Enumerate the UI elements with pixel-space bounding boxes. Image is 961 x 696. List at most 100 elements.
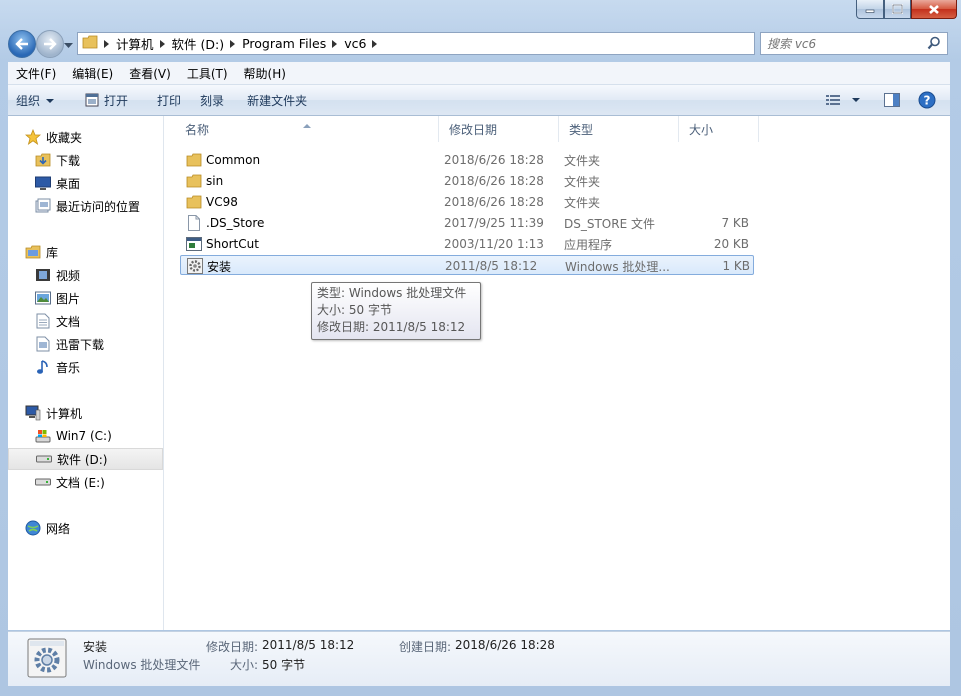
preview-pane-button[interactable] [868, 93, 908, 107]
file-row[interactable]: Common 2018/6/26 18:28 文件夹 [180, 150, 754, 170]
details-modified-label: 修改日期: [206, 640, 259, 654]
file-type: DS_STORE 文件 [564, 216, 655, 231]
file-name: .DS_Store [206, 216, 265, 230]
column-header-date[interactable]: 修改日期 [439, 116, 559, 142]
folder-icon [186, 194, 202, 210]
back-button[interactable] [8, 30, 36, 58]
file-size: 7 KB [721, 216, 749, 230]
drive-icon [35, 474, 51, 490]
file-date: 2003/11/20 1:13 [444, 237, 544, 251]
burn-label: 刻录 [200, 93, 225, 108]
details-file-type: Windows 批处理文件 [83, 658, 201, 672]
exe-icon [186, 236, 202, 252]
desktop-icon [35, 175, 51, 191]
navigation-pane: 收藏夹 下载 桌面 最近访问的位置 库 视频 图片 文档 迅雷下载 音乐 计算机… [8, 116, 164, 630]
burn-button[interactable]: 刻录 [190, 85, 233, 115]
nav-documents[interactable]: 文档 [8, 310, 163, 332]
menu-tools[interactable]: 工具(T) [179, 65, 236, 82]
breadcrumb-separator-icon[interactable] [330, 39, 340, 49]
file-name: 安装 [207, 259, 232, 274]
menu-bar: 文件(F) 编辑(E) 查看(V) 工具(T) 帮助(H) [8, 62, 950, 85]
file-type: 文件夹 [564, 153, 601, 168]
breadcrumb-separator-icon[interactable] [228, 39, 238, 49]
file-row[interactable]: VC98 2018/6/26 18:28 文件夹 [180, 192, 754, 212]
nav-videos[interactable]: 视频 [8, 264, 163, 286]
documents-icon [35, 313, 51, 329]
search-box[interactable] [760, 32, 948, 55]
menu-edit[interactable]: 编辑(E) [64, 65, 121, 82]
breadcrumb-computer[interactable]: 计算机 [112, 34, 158, 53]
arrow-right-icon [44, 38, 57, 50]
breadcrumb-program-files[interactable]: Program Files [238, 36, 330, 51]
file-type: Windows 批处理... [565, 259, 670, 274]
folder-icon [82, 35, 98, 52]
menu-help[interactable]: 帮助(H) [236, 65, 294, 82]
file-size [684, 150, 749, 170]
nav-drive-c[interactable]: Win7 (C:) [8, 425, 163, 447]
nav-downloads[interactable]: 下载 [8, 149, 163, 171]
minimize-icon [865, 9, 875, 13]
nav-music[interactable]: 音乐 [8, 356, 163, 378]
breadcrumb-separator-icon[interactable] [158, 39, 168, 49]
breadcrumb-separator-icon[interactable] [370, 39, 380, 49]
menu-file[interactable]: 文件(F) [8, 65, 64, 82]
forward-button[interactable] [36, 30, 64, 58]
batch-gear-icon [187, 258, 203, 274]
pictures-icon [35, 290, 51, 306]
details-size-value: 50 字节 [262, 658, 306, 672]
view-options-button[interactable] [818, 94, 868, 106]
nav-desktop[interactable]: 桌面 [8, 172, 163, 194]
menu-view[interactable]: 查看(V) [121, 65, 179, 82]
file-date: 2018/6/26 18:28 [444, 195, 544, 209]
nav-pictures[interactable]: 图片 [8, 287, 163, 309]
nav-computer[interactable]: 计算机 [8, 402, 163, 424]
minimize-button[interactable] [856, 0, 884, 19]
column-header-type[interactable]: 类型 [559, 116, 679, 142]
nav-libraries[interactable]: 库 [8, 241, 163, 263]
thunder-downloads-icon [35, 336, 51, 352]
organize-button[interactable]: 组织 [8, 85, 63, 115]
close-button[interactable] [911, 0, 957, 19]
recent-places-icon [35, 198, 51, 214]
computer-icon [25, 405, 41, 421]
open-button[interactable]: 打开 [63, 85, 137, 115]
breadcrumb-vc6[interactable]: vc6 [340, 36, 370, 51]
nav-drive-e[interactable]: 文档 (E:) [8, 471, 163, 493]
arrow-left-icon [15, 38, 28, 50]
search-input[interactable] [761, 35, 919, 52]
file-type: 应用程序 [564, 237, 613, 252]
network-icon [25, 520, 41, 536]
help-button[interactable]: ? [908, 91, 950, 109]
caption-buttons [856, 0, 957, 19]
file-size: 1 KB [722, 259, 750, 273]
nav-recent-places[interactable]: 最近访问的位置 [8, 195, 163, 217]
file-name: ShortCut [206, 237, 259, 251]
file-icon [186, 215, 202, 231]
file-row[interactable]: .DS_Store 2017/9/25 11:39 DS_STORE 文件 7 … [180, 213, 754, 233]
new-folder-button[interactable]: 新建文件夹 [233, 85, 316, 115]
search-icon[interactable] [927, 36, 941, 53]
maximize-button[interactable] [884, 0, 911, 19]
file-row[interactable]: ShortCut 2003/11/20 1:13 应用程序 20 KB [180, 234, 754, 254]
address-bar[interactable]: 计算机 软件 (D:) Program Files vc6 [77, 32, 832, 55]
svg-text:?: ? [924, 94, 931, 108]
print-button[interactable]: 打印 [137, 85, 190, 115]
nav-network[interactable]: 网络 [8, 517, 163, 539]
chevron-down-icon [852, 97, 860, 102]
breadcrumb-separator-icon[interactable] [102, 39, 112, 49]
video-icon [35, 267, 51, 283]
details-created-value: 2018/6/26 18:28 [455, 638, 555, 652]
column-header-size[interactable]: 大小 [679, 116, 759, 142]
sort-ascending-icon [303, 118, 311, 132]
file-date: 2018/6/26 18:28 [444, 174, 544, 188]
file-row[interactable]: sin 2018/6/26 18:28 文件夹 [180, 171, 754, 191]
nav-thunder-downloads[interactable]: 迅雷下载 [8, 333, 163, 355]
file-row-selected[interactable]: 安装 2011/8/5 18:12 Windows 批处理... 1 KB [180, 255, 754, 275]
file-list: 名称 修改日期 类型 大小 Common 2018/6/26 18:28 文件夹… [165, 116, 950, 630]
details-file-name: 安装 [83, 640, 108, 654]
breadcrumb-drive-d[interactable]: 软件 (D:) [168, 34, 229, 53]
recent-pages-dropdown[interactable] [64, 38, 73, 52]
nav-drive-d[interactable]: 软件 (D:) [8, 448, 163, 470]
nav-favorites[interactable]: 收藏夹 [8, 126, 163, 148]
content-area: 收藏夹 下载 桌面 最近访问的位置 库 视频 图片 文档 迅雷下载 音乐 计算机… [8, 116, 950, 630]
